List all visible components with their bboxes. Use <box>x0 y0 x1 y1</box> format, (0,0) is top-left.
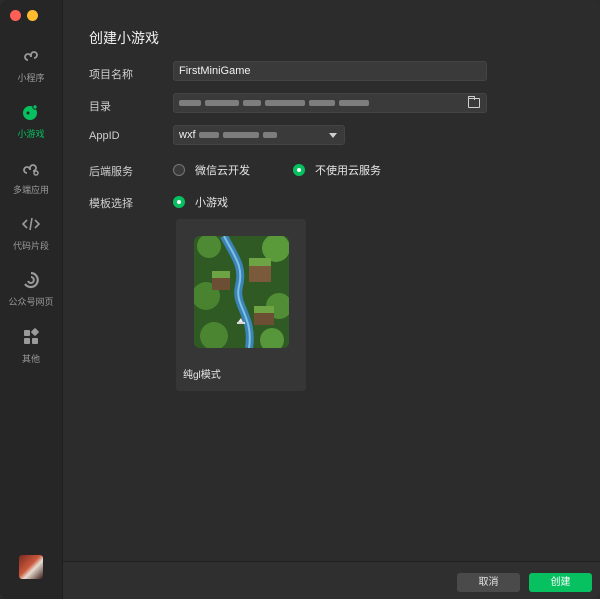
window-controls <box>10 10 38 21</box>
sidebar: 小程序 小游戏 多端应用 代码片段 公众号网页 其他 <box>0 0 63 599</box>
sidebar-item-mini-game[interactable]: 小游戏 <box>0 102 62 140</box>
project-name-label: 项目名称 <box>89 69 133 81</box>
sidebar-item-other[interactable]: 其他 <box>0 327 62 365</box>
directory-label: 目录 <box>89 101 111 113</box>
radio-label: 小游戏 <box>195 197 228 209</box>
official-account-icon <box>24 271 39 289</box>
code-snippet-icon <box>21 217 41 231</box>
avatar[interactable] <box>19 555 43 579</box>
backend-option-cloud-dev[interactable]: 微信云开发 <box>173 162 250 178</box>
mini-game-icon <box>23 104 38 120</box>
radio-button[interactable] <box>173 196 185 208</box>
template-thumbnail <box>194 236 289 348</box>
sidebar-item-label: 多端应用 <box>12 185 49 195</box>
radio-label: 微信云开发 <box>195 165 250 177</box>
radio-button[interactable] <box>173 164 185 176</box>
directory-field[interactable] <box>173 93 487 113</box>
create-button[interactable]: 创建 <box>529 573 592 592</box>
radio-button[interactable] <box>293 164 305 176</box>
mini-program-icon <box>24 51 38 61</box>
sidebar-item-official-account[interactable]: 公众号网页 <box>0 270 62 308</box>
folder-icon[interactable] <box>468 96 480 108</box>
template-option-mini-game[interactable]: 小游戏 <box>173 194 228 210</box>
template-label: 模板选择 <box>89 198 133 210</box>
sidebar-item-label: 小游戏 <box>17 129 45 139</box>
close-window-button[interactable] <box>10 10 21 21</box>
radio-label: 不使用云服务 <box>315 165 381 177</box>
backend-label: 后端服务 <box>89 166 133 178</box>
chevron-down-icon <box>329 133 337 138</box>
appid-value-prefix: wxf <box>179 129 196 141</box>
sidebar-item-label: 小程序 <box>17 73 45 83</box>
directory-value-redacted <box>179 97 373 109</box>
template-card-name: 纯gl模式 <box>183 370 221 381</box>
cancel-button[interactable]: 取消 <box>457 573 520 592</box>
project-name-value: FirstMiniGame <box>179 65 251 77</box>
grid-icon <box>24 328 39 344</box>
sidebar-item-label: 公众号网页 <box>8 297 54 307</box>
sidebar-item-multi-platform[interactable]: 多端应用 <box>0 158 62 196</box>
appid-select[interactable]: wxf <box>173 125 345 145</box>
minimize-window-button[interactable] <box>27 10 38 21</box>
project-name-field[interactable]: FirstMiniGame <box>173 61 487 81</box>
sidebar-item-label: 其他 <box>21 354 40 364</box>
template-card[interactable]: 纯gl模式 <box>176 219 306 391</box>
sidebar-item-code-snippet[interactable]: 代码片段 <box>0 214 62 252</box>
game-scene-image <box>194 236 289 348</box>
multi-platform-icon <box>23 164 39 176</box>
main-panel: 创建小游戏 项目名称 FirstMiniGame 目录 AppID wxf 后端… <box>63 0 600 599</box>
page-title: 创建小游戏 <box>89 30 159 46</box>
backend-option-no-cloud[interactable]: 不使用云服务 <box>293 162 381 178</box>
create-mini-game-window: 小程序 小游戏 多端应用 代码片段 公众号网页 其他 创建小游戏 项目名称 Fi… <box>0 0 600 599</box>
sidebar-item-mini-program[interactable]: 小程序 <box>0 46 62 84</box>
appid-label: AppID <box>89 130 120 142</box>
sidebar-item-label: 代码片段 <box>12 241 49 251</box>
appid-value-redacted <box>198 129 281 141</box>
footer-bar: 取消 创建 <box>63 561 600 599</box>
